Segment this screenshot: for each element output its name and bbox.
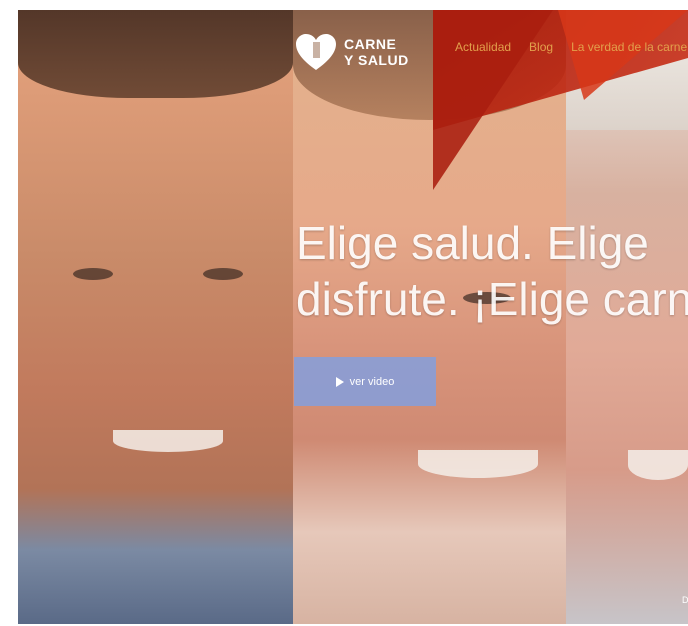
- hero-headline: Elige salud. Elige disfrute. ¡Elige carn…: [296, 215, 688, 327]
- play-icon: [335, 376, 344, 387]
- hair-shape: [18, 10, 293, 98]
- nav-item-actualidad[interactable]: Actualidad: [455, 40, 511, 54]
- logo-line-2: Y SALUD: [344, 52, 409, 68]
- watch-video-button[interactable]: ver video: [294, 357, 436, 406]
- heart-logo-icon: [296, 34, 336, 70]
- main-nav: Actualidad Blog La verdad de la carne: [455, 40, 687, 54]
- nav-item-blog[interactable]: Blog: [529, 40, 553, 54]
- logo-line-1: CARNE: [344, 36, 397, 52]
- face-eye: [203, 268, 243, 280]
- logo-text: CARNE Y SALUD: [344, 36, 409, 68]
- site-logo[interactable]: CARNE Y SALUD: [294, 32, 409, 72]
- hero-photo-man: [18, 10, 293, 624]
- hero-headline-line-1: Elige salud. Elige: [296, 217, 649, 269]
- face-smile: [113, 430, 223, 452]
- face-eye: [73, 268, 113, 280]
- hero-section: CARNE Y SALUD Actualidad Blog La verdad …: [18, 10, 688, 624]
- decorative-red-triangle: [433, 10, 553, 190]
- face-smile: [628, 450, 688, 480]
- hero-headline-line-2: disfrute. ¡Elige carne: [296, 273, 688, 325]
- corner-text: D: [682, 595, 688, 605]
- face-smile: [418, 450, 538, 478]
- nav-item-la-verdad-de-la-carne[interactable]: La verdad de la carne: [571, 40, 687, 54]
- watch-video-label: ver video: [349, 375, 395, 388]
